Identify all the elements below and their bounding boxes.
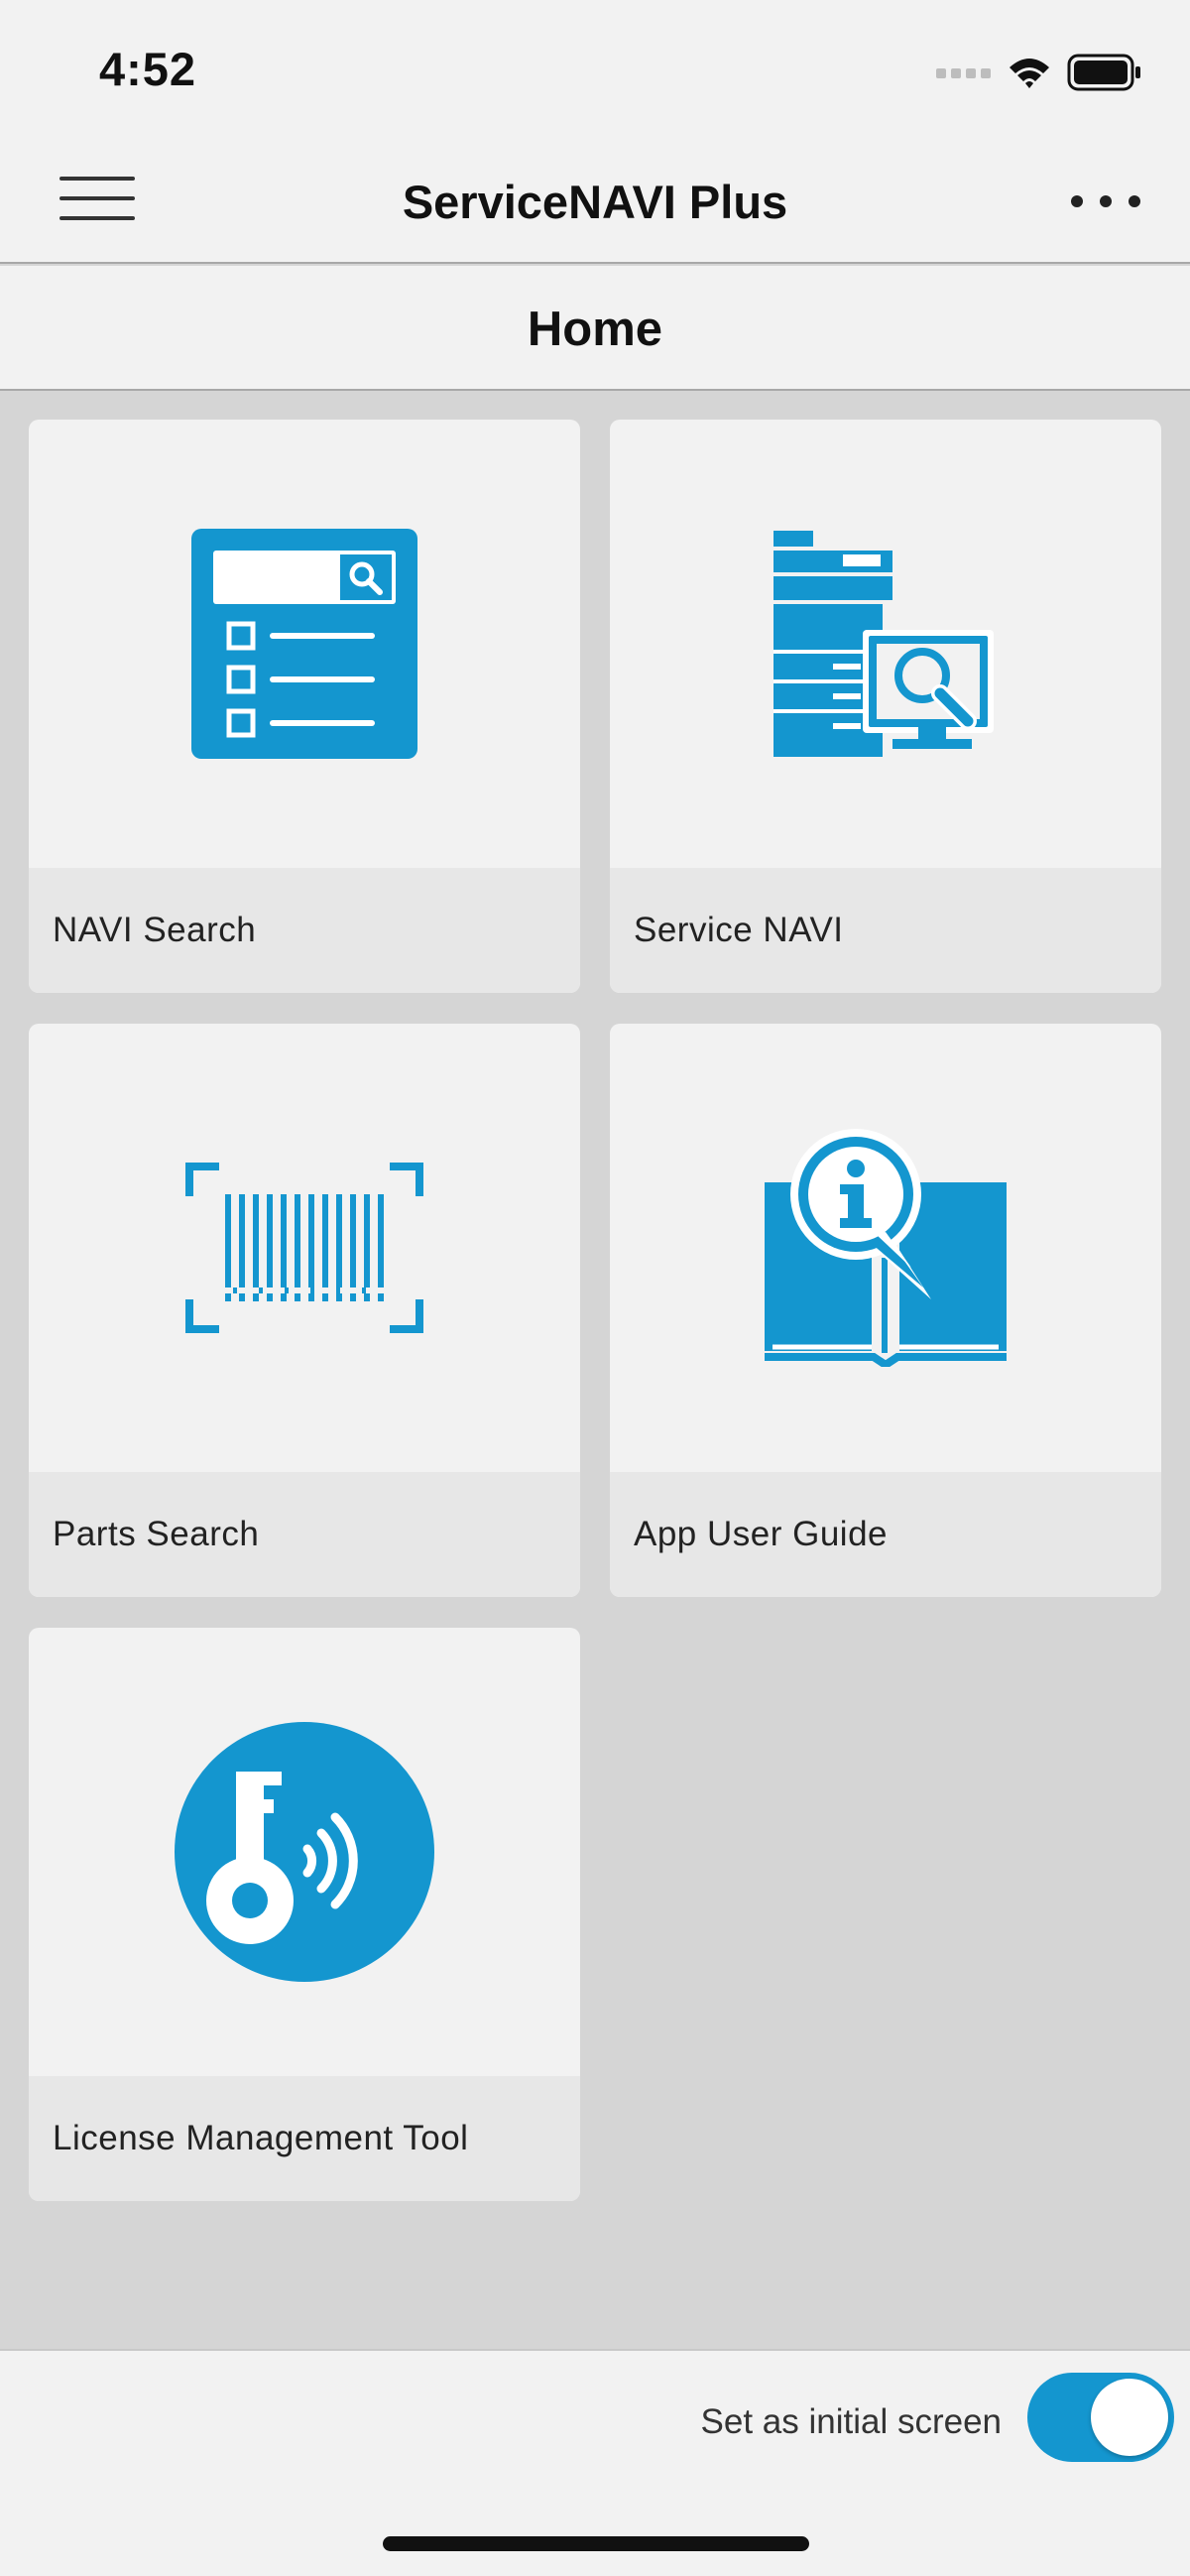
tile-label: License Management Tool xyxy=(53,2119,469,2157)
search-list-icon xyxy=(191,529,417,759)
initial-screen-toggle[interactable] xyxy=(1027,2373,1174,2462)
tile-navi-search[interactable]: NAVI Search xyxy=(29,420,580,993)
tile-label: App User Guide xyxy=(634,1515,889,1553)
initial-screen-label: Set as initial screen xyxy=(700,2402,1002,2441)
tile-service-navi[interactable]: Service NAVI xyxy=(610,420,1161,993)
status-bar: 4:52 xyxy=(0,0,1190,139)
nav-bar: ServiceNAVI Plus xyxy=(0,139,1190,264)
home-indicator[interactable] xyxy=(383,2536,809,2551)
toggle-knob xyxy=(1091,2379,1168,2456)
tile-label: NAVI Search xyxy=(53,911,257,949)
tile-label: Parts Search xyxy=(53,1515,260,1553)
signal-icon xyxy=(936,68,991,78)
copier-search-icon xyxy=(774,531,994,757)
battery-icon xyxy=(1067,54,1140,91)
page-header: Home xyxy=(0,266,1190,391)
page-title: Home xyxy=(527,303,663,356)
status-time: 4:52 xyxy=(99,43,197,95)
status-icons xyxy=(936,48,1142,97)
app-title: ServiceNAVI Plus xyxy=(402,176,788,228)
key-wireless-icon xyxy=(175,1722,434,1982)
tile-app-user-guide[interactable]: App User Guide xyxy=(610,1024,1161,1597)
barcode-scan-icon xyxy=(185,1163,423,1333)
tile-parts-search[interactable]: Parts Search xyxy=(29,1024,580,1597)
more-options-icon[interactable] xyxy=(1071,186,1140,216)
tile-license-management-tool[interactable]: License Management Tool xyxy=(29,1628,580,2201)
wifi-icon xyxy=(1010,59,1049,88)
info-book-icon xyxy=(765,1129,1007,1367)
tile-label: Service NAVI xyxy=(634,911,844,949)
